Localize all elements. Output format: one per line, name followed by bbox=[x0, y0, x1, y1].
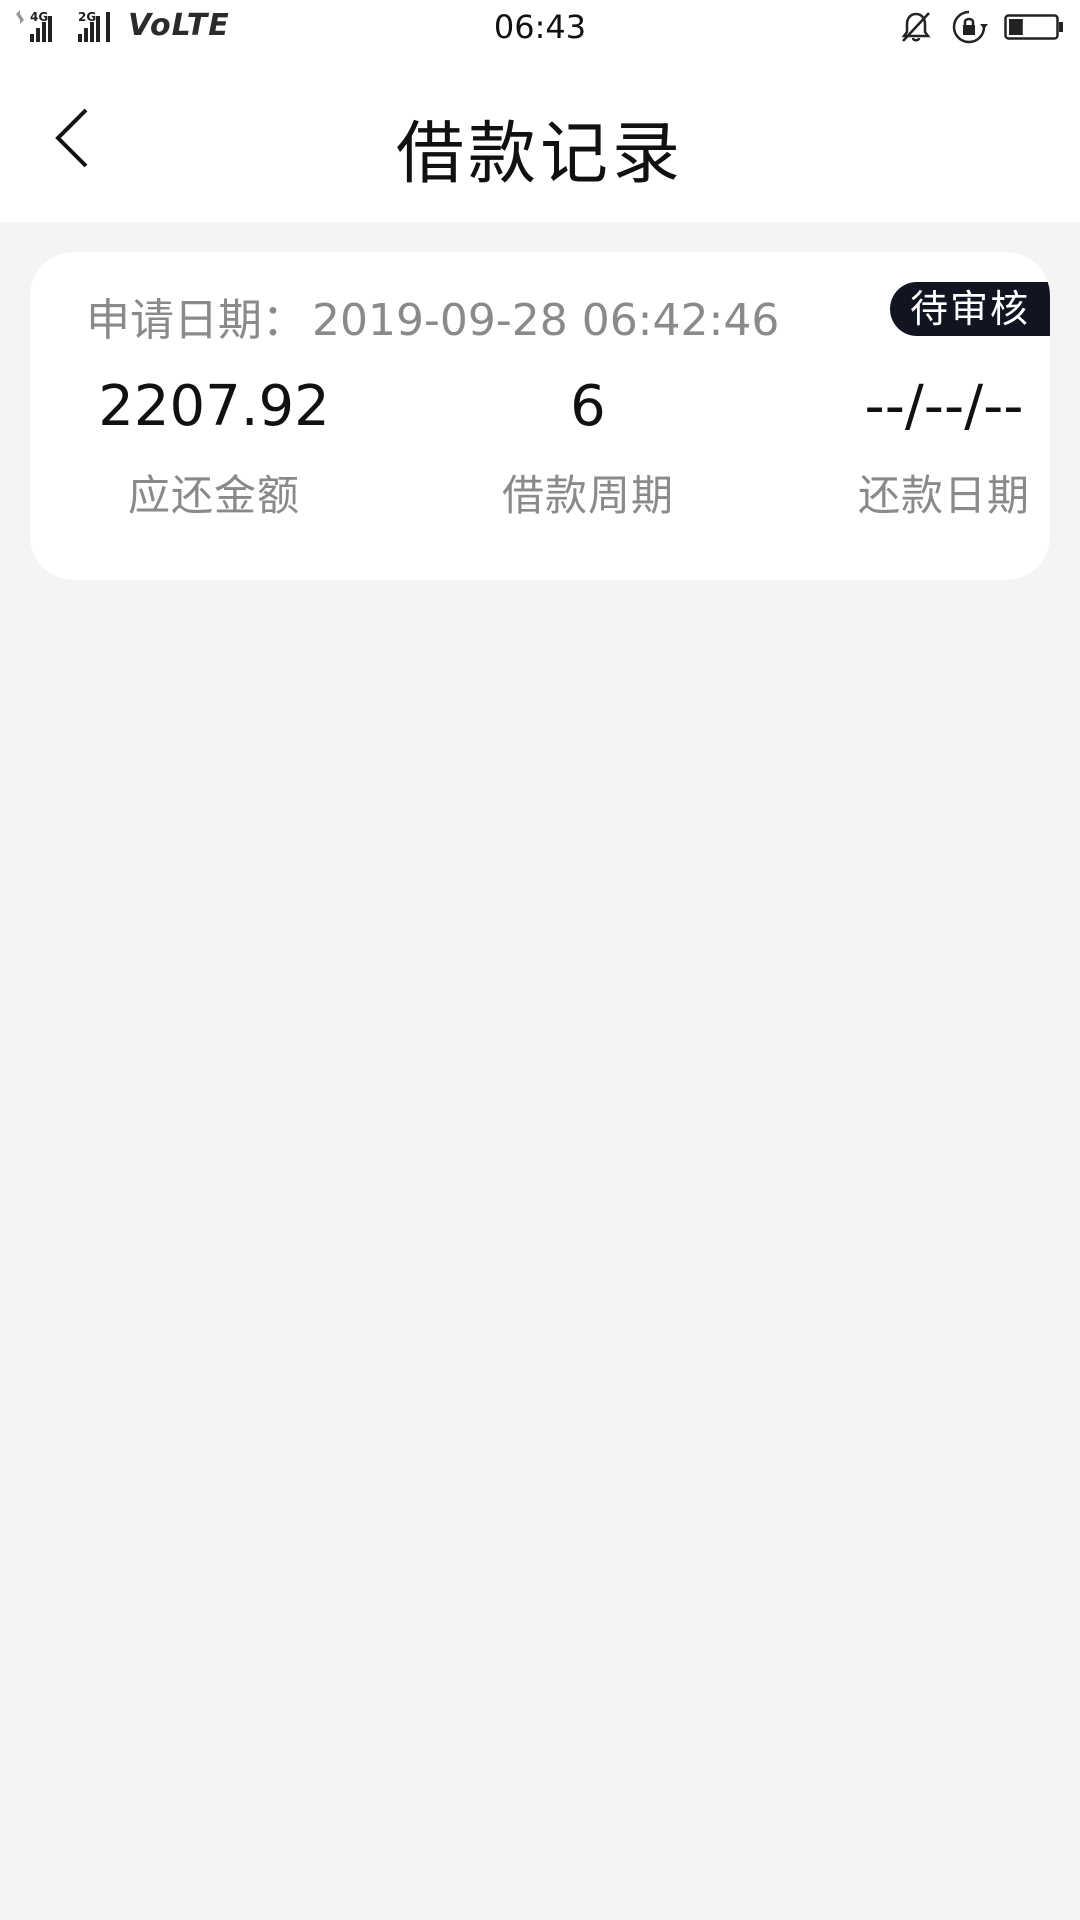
apply-date-label: 申请日期： bbox=[86, 295, 306, 346]
repay-date-stat: --/--/-- 还款日期 bbox=[774, 374, 1050, 523]
bell-muted-icon bbox=[898, 9, 934, 49]
period-stat: 6 借款周期 bbox=[418, 374, 758, 523]
status-badge: 待审核 bbox=[890, 282, 1050, 336]
status-bar: 4G 2G VoLTE 06:43 bbox=[0, 0, 1080, 56]
repay-date-label: 还款日期 bbox=[857, 471, 1030, 520]
apply-date: 申请日期： 2019-09-28 06:42:46 bbox=[86, 284, 779, 348]
rotation-lock-icon bbox=[950, 8, 988, 50]
loan-record-card[interactable]: 申请日期： 2019-09-28 06:42:46 待审核 2207.92 应还金… bbox=[30, 252, 1050, 580]
page-title: 借款记录 bbox=[395, 115, 684, 194]
amount-stat: 2207.92 应还金额 bbox=[44, 374, 384, 523]
apply-date-value: 2019-09-28 06:42:46 bbox=[312, 295, 780, 346]
amount-value: 2207.92 bbox=[98, 374, 330, 439]
period-label: 借款周期 bbox=[501, 471, 674, 520]
amount-label: 应还金额 bbox=[127, 471, 300, 520]
period-value: 6 bbox=[570, 374, 606, 439]
status-icons bbox=[898, 8, 1064, 50]
repay-date-value: --/--/-- bbox=[864, 374, 1024, 439]
battery-icon bbox=[1004, 13, 1064, 45]
nav-bar: 借款记录 bbox=[0, 56, 1080, 222]
